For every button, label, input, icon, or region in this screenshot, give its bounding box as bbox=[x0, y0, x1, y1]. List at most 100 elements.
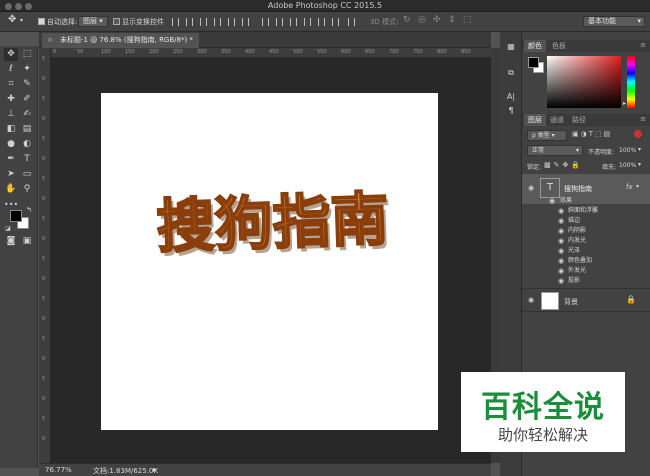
gradient-tool-icon[interactable]: ▤ bbox=[20, 123, 34, 136]
tab-channels[interactable]: 通道 bbox=[546, 114, 568, 126]
shape-tool-icon[interactable]: ▭ bbox=[20, 168, 34, 181]
show-transform-checkbox[interactable]: 显示变换控件 bbox=[113, 17, 164, 27]
layer-row-background[interactable]: ◉ 背景 🔒 bbox=[522, 288, 650, 312]
effects-group-row[interactable]: ◉ 效果 bbox=[522, 196, 650, 206]
effect-row[interactable]: ◉ 斜面和浮雕 bbox=[522, 206, 650, 216]
effect-visibility-icon[interactable]: ◉ bbox=[558, 246, 564, 256]
effect-visibility-icon[interactable]: ◉ bbox=[558, 266, 564, 276]
distribute-vcenter-icon[interactable] bbox=[276, 18, 283, 26]
layers-panel-menu-icon[interactable]: ≡ bbox=[640, 115, 646, 123]
effect-row[interactable]: ◉ 描边 bbox=[522, 216, 650, 226]
hue-slider[interactable] bbox=[627, 56, 635, 108]
canvas-area[interactable]: 搜狗指南 搜狗指南 bbox=[51, 58, 491, 463]
3d-rotate-icon[interactable]: ↻ bbox=[403, 15, 411, 25]
filter-toggle-icon[interactable] bbox=[634, 130, 642, 138]
history-panel-icon[interactable]: ▦ bbox=[504, 40, 518, 53]
blend-mode-dropdown[interactable]: 正常 ▾ bbox=[527, 145, 583, 156]
distribute-right-icon[interactable] bbox=[332, 18, 339, 26]
hand-tool-icon[interactable]: ✋ bbox=[4, 183, 18, 196]
text-layer-name[interactable]: 搜狗指南 bbox=[564, 184, 592, 194]
distribute-top-icon[interactable] bbox=[262, 18, 269, 26]
document-canvas[interactable]: 搜狗指南 搜狗指南 bbox=[101, 93, 438, 430]
opacity-value[interactable]: 100% bbox=[619, 147, 636, 154]
eraser-tool-icon[interactable]: ◧ bbox=[4, 123, 18, 136]
effects-visibility-icon[interactable]: ◉ bbox=[549, 196, 555, 206]
layer-filter-dropdown[interactable]: ρ 类型 ▾ bbox=[527, 130, 567, 141]
eyedropper-tool-icon[interactable]: ✎ bbox=[20, 78, 34, 91]
type-tool-icon[interactable]: T bbox=[20, 153, 34, 166]
3d-pan-icon[interactable]: ✣ bbox=[433, 15, 441, 25]
effect-visibility-icon[interactable]: ◉ bbox=[558, 216, 564, 226]
zoom-tool-icon[interactable]: ⚲ bbox=[20, 183, 34, 196]
lock-icons[interactable]: ▩✎✥🔒 bbox=[544, 161, 583, 169]
swap-colors-icon[interactable]: ↰ bbox=[24, 204, 34, 217]
color-panel-foreground-swatch[interactable] bbox=[528, 57, 539, 68]
quick-mask-icon[interactable]: ◙ bbox=[4, 235, 18, 248]
effect-row[interactable]: ◉ 内发光 bbox=[522, 236, 650, 246]
tab-color[interactable]: 颜色 bbox=[524, 40, 546, 52]
default-colors-icon[interactable]: ◪ bbox=[4, 222, 12, 235]
foreground-color-swatch[interactable] bbox=[10, 210, 22, 222]
distribute-bottom-icon[interactable] bbox=[290, 18, 297, 26]
zoom-level[interactable]: 76.77% bbox=[45, 466, 72, 474]
align-left-icon[interactable] bbox=[214, 18, 221, 26]
align-top-icon[interactable] bbox=[172, 18, 179, 26]
auto-select-dropdown[interactable]: 图层 ▾ bbox=[78, 16, 108, 27]
3d-roll-icon[interactable]: ◎ bbox=[418, 15, 426, 25]
effect-row[interactable]: ◉ 光泽 bbox=[522, 246, 650, 256]
workspace-dropdown[interactable]: 基本功能 ▾ bbox=[583, 16, 645, 27]
auto-align-icon[interactable] bbox=[348, 18, 355, 26]
layer-filter-icons[interactable]: ▣◑T⬚▤ bbox=[572, 130, 612, 138]
align-vcenter-icon[interactable] bbox=[186, 18, 193, 26]
effect-visibility-icon[interactable]: ◉ bbox=[558, 236, 564, 246]
effects-expand-icon[interactable]: ▾ bbox=[636, 183, 639, 190]
background-layer-name[interactable]: 背景 bbox=[564, 297, 578, 307]
pen-tool-icon[interactable]: ✒ bbox=[4, 153, 18, 166]
tab-paths[interactable]: 路径 bbox=[568, 114, 590, 126]
effect-row[interactable]: ◉ 颜色叠加 bbox=[522, 256, 650, 266]
screen-mode-icon[interactable]: ▣ bbox=[20, 235, 34, 248]
tab-layers[interactable]: 图层 bbox=[524, 114, 546, 126]
3d-slide-icon[interactable]: ⇕ bbox=[448, 15, 456, 25]
effect-row[interactable]: ◉ 投影 bbox=[522, 276, 650, 286]
document-tab[interactable]: × 未标题-1 @ 76.8% (搜狗指南, RGB/8*) * bbox=[42, 33, 199, 48]
dodge-tool-icon[interactable]: ◐ bbox=[20, 138, 34, 151]
clone-stamp-tool-icon[interactable]: ⊥ bbox=[4, 108, 18, 121]
effect-visibility-icon[interactable]: ◉ bbox=[558, 256, 564, 266]
history-brush-tool-icon[interactable]: ✍ bbox=[20, 108, 34, 121]
distribute-hcenter-icon[interactable] bbox=[318, 18, 325, 26]
lasso-tool-icon[interactable]: ℓ bbox=[4, 63, 18, 76]
visibility-eye-icon[interactable]: ◉ bbox=[528, 296, 534, 304]
layer-lock-icon[interactable]: 🔒 bbox=[626, 295, 636, 304]
tool-preset-dropdown[interactable]: ▾ bbox=[20, 16, 23, 26]
path-selection-tool-icon[interactable]: ➤ bbox=[4, 168, 18, 181]
effect-row[interactable]: ◉ 外发光 bbox=[522, 266, 650, 276]
tab-swatches[interactable]: 色板 bbox=[548, 40, 570, 52]
color-panel-menu-icon[interactable]: ≡ bbox=[640, 41, 646, 49]
move-tool-icon[interactable]: ✥ bbox=[4, 48, 18, 61]
paragraph-panel-icon[interactable]: ¶ bbox=[504, 104, 518, 117]
opacity-dropdown-icon[interactable]: ▾ bbox=[638, 146, 641, 153]
3d-scale-icon[interactable]: ⬚ bbox=[463, 15, 472, 25]
effect-row[interactable]: ◉ 内阴影 bbox=[522, 226, 650, 236]
distribute-left-icon[interactable] bbox=[304, 18, 311, 26]
layer-fx-badge[interactable]: fx bbox=[626, 183, 633, 191]
fill-value[interactable]: 100% bbox=[619, 162, 636, 169]
color-saturation-field[interactable] bbox=[547, 56, 621, 108]
properties-panel-icon[interactable]: ⧉ bbox=[504, 66, 518, 79]
fill-dropdown-icon[interactable]: ▾ bbox=[638, 161, 641, 168]
effect-visibility-icon[interactable]: ◉ bbox=[558, 226, 564, 236]
art-text-layer[interactable]: 搜狗指南 搜狗指南 bbox=[101, 93, 438, 430]
healing-brush-tool-icon[interactable]: ✚ bbox=[4, 93, 18, 106]
magic-wand-tool-icon[interactable]: ✦ bbox=[20, 63, 34, 76]
brush-tool-icon[interactable]: ✐ bbox=[20, 93, 34, 106]
marquee-tool-icon[interactable]: ⬚ bbox=[20, 48, 34, 61]
effect-visibility-icon[interactable]: ◉ bbox=[558, 206, 564, 216]
auto-select-checkbox[interactable]: 自动选择: bbox=[38, 17, 77, 27]
status-menu-icon[interactable]: ▸ bbox=[153, 465, 157, 474]
move-tool-icon[interactable]: ✥ bbox=[8, 15, 16, 25]
character-panel-icon[interactable]: A| bbox=[504, 90, 518, 103]
blur-tool-icon[interactable]: ● bbox=[4, 138, 18, 151]
effect-visibility-icon[interactable]: ◉ bbox=[558, 276, 564, 286]
close-tab-icon[interactable]: × bbox=[47, 33, 53, 48]
